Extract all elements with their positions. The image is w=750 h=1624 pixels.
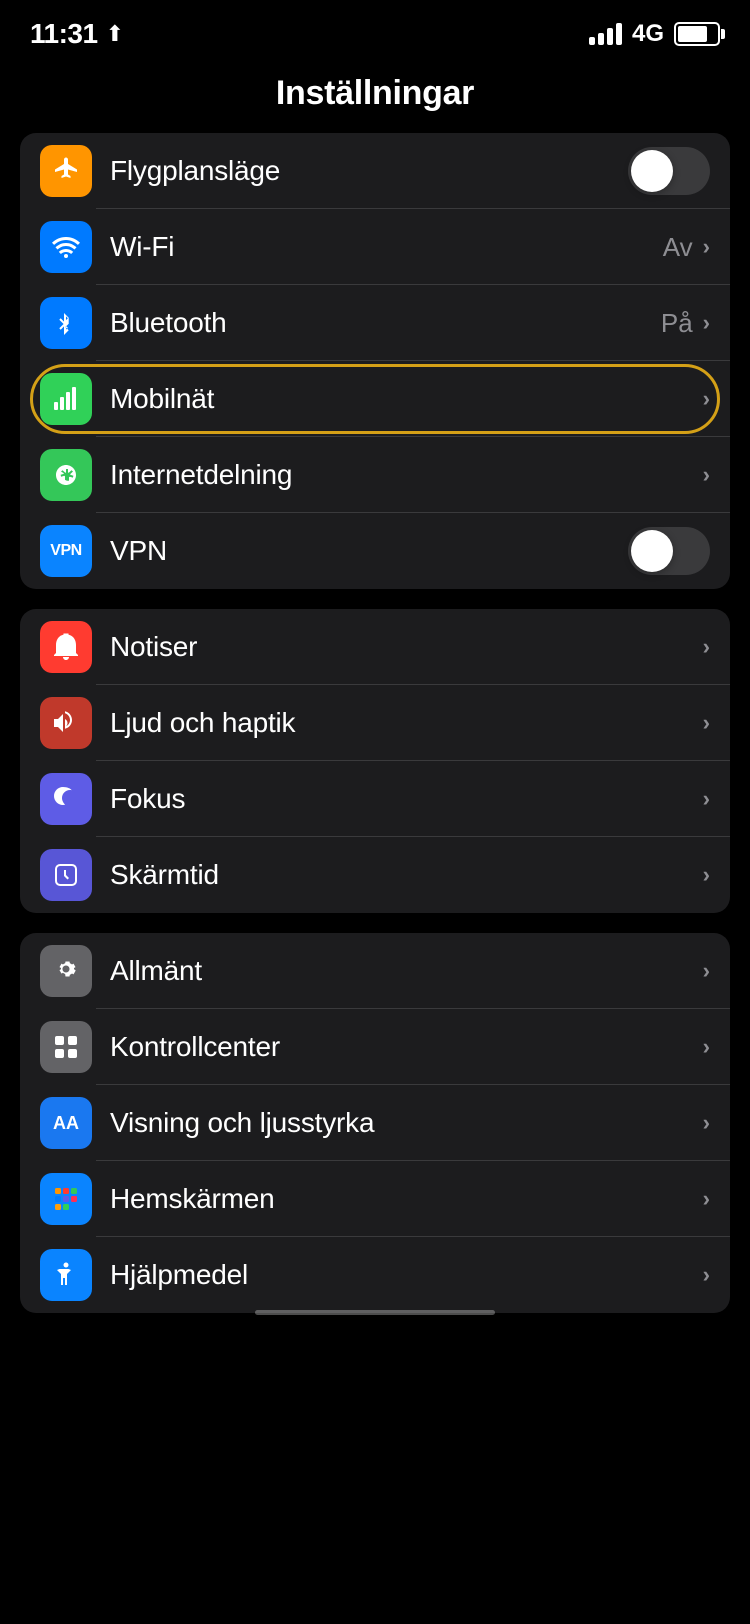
row-allmänt[interactable]: Allmänt › [20,933,730,1009]
gear-icon [51,956,81,986]
row-fokus[interactable]: Fokus › [20,761,730,837]
row-ljud[interactable]: Ljud och haptik › [20,685,730,761]
label-skärmtid: Skärmtid [110,859,703,891]
chevron-hjälpmedel: › [703,1262,710,1288]
icon-bluetooth [40,297,92,349]
label-kontrollcenter: Kontrollcenter [110,1031,703,1063]
label-notiser: Notiser [110,631,703,663]
chevron-bluetooth: › [703,310,710,336]
row-flygplansläge[interactable]: Flygplansläge [20,133,730,209]
row-internetdelning[interactable]: Internetdelning › [20,437,730,513]
status-right: 4G [589,20,720,48]
chevron-fokus: › [703,786,710,812]
aa-text-icon: AA [53,1113,79,1134]
row-hjälpmedel[interactable]: Hjälpmedel › [20,1237,730,1313]
controls-icon [51,1032,81,1062]
icon-skärmtid [40,849,92,901]
icon-flygplansläge [40,145,92,197]
label-vpn: VPN [110,535,628,567]
icon-fokus [40,773,92,825]
icon-hemskärmen [40,1173,92,1225]
label-visning: Visning och ljusstyrka [110,1107,703,1139]
signal-bar-2 [598,33,604,45]
chevron-hemskärmen: › [703,1186,710,1212]
cellular-icon [51,384,81,414]
row-skärmtid[interactable]: Skärmtid › [20,837,730,913]
vpn-text-icon: VPN [50,542,81,560]
row-bluetooth[interactable]: Bluetooth På › [20,285,730,361]
icon-kontrollcenter [40,1021,92,1073]
home-indicator [255,1310,495,1315]
chevron-notiser: › [703,634,710,660]
homescreen-icon [51,1184,81,1214]
page-title: Inställningar [0,60,750,133]
icon-notiser [40,621,92,673]
settings-group-connectivity: Flygplansläge Wi-Fi Av › Bluetooth På › [20,133,730,589]
bell-icon [51,632,81,662]
battery-fill [678,26,707,42]
row-mobilnät[interactable]: Mobilnät › [20,361,730,437]
chevron-wifi: › [703,234,710,260]
toggle-flygplansläge[interactable] [628,147,710,195]
label-wifi: Wi-Fi [110,231,663,263]
chevron-kontrollcenter: › [703,1034,710,1060]
label-flygplansläge: Flygplansläge [110,155,628,187]
signal-bar-4 [616,23,622,45]
icon-mobilnät [40,373,92,425]
airplane-icon [51,156,81,186]
label-bluetooth: Bluetooth [110,307,661,339]
signal-bar-1 [589,37,595,45]
row-vpn[interactable]: VPN VPN [20,513,730,589]
row-hemskärmen[interactable]: Hemskärmen › [20,1161,730,1237]
toggle-knob-vpn [631,530,673,572]
chevron-ljud: › [703,710,710,736]
row-kontrollcenter[interactable]: Kontrollcenter › [20,1009,730,1085]
signal-bar-3 [607,28,613,45]
icon-ljud [40,697,92,749]
label-internetdelning: Internetdelning [110,459,703,491]
status-time: 11:31 [30,18,98,50]
icon-wifi [40,221,92,273]
icon-hjälpmedel [40,1249,92,1301]
label-mobilnät: Mobilnät [110,383,703,415]
label-hemskärmen: Hemskärmen [110,1183,703,1215]
sound-icon [51,708,81,738]
chevron-mobilnät: › [703,386,710,412]
chevron-internetdelning: › [703,462,710,488]
accessibility-icon [51,1260,81,1290]
value-bluetooth: På [661,308,693,339]
icon-allmänt [40,945,92,997]
icon-visning: AA [40,1097,92,1149]
wifi-icon [51,232,81,262]
label-allmänt: Allmänt [110,955,703,987]
toggle-vpn[interactable] [628,527,710,575]
label-hjälpmedel: Hjälpmedel [110,1259,703,1291]
settings-group-system: Allmänt › Kontrollcenter › AA Visning oc… [20,933,730,1313]
label-ljud: Ljud och haptik [110,707,703,739]
settings-group-notifications: Notiser › Ljud och haptik › Fokus › Sk [20,609,730,913]
battery-indicator [674,22,720,46]
signal-bars [589,23,622,45]
icon-internetdelning [40,449,92,501]
row-visning[interactable]: AA Visning och ljusstyrka › [20,1085,730,1161]
location-icon: ⬆ [106,21,124,47]
value-wifi: Av [663,232,693,263]
row-wifi[interactable]: Wi-Fi Av › [20,209,730,285]
chevron-skärmtid: › [703,862,710,888]
label-fokus: Fokus [110,783,703,815]
icon-vpn: VPN [40,525,92,577]
screentime-icon [51,860,81,890]
battery-body [674,22,720,46]
toggle-knob-flygplansläge [631,150,673,192]
bluetooth-icon [51,308,81,338]
chevron-visning: › [703,1110,710,1136]
row-notiser[interactable]: Notiser › [20,609,730,685]
network-type: 4G [632,20,664,48]
status-bar: 11:31 ⬆ 4G [0,0,750,60]
chevron-allmänt: › [703,958,710,984]
moon-icon [51,784,81,814]
hotspot-icon [51,460,81,490]
